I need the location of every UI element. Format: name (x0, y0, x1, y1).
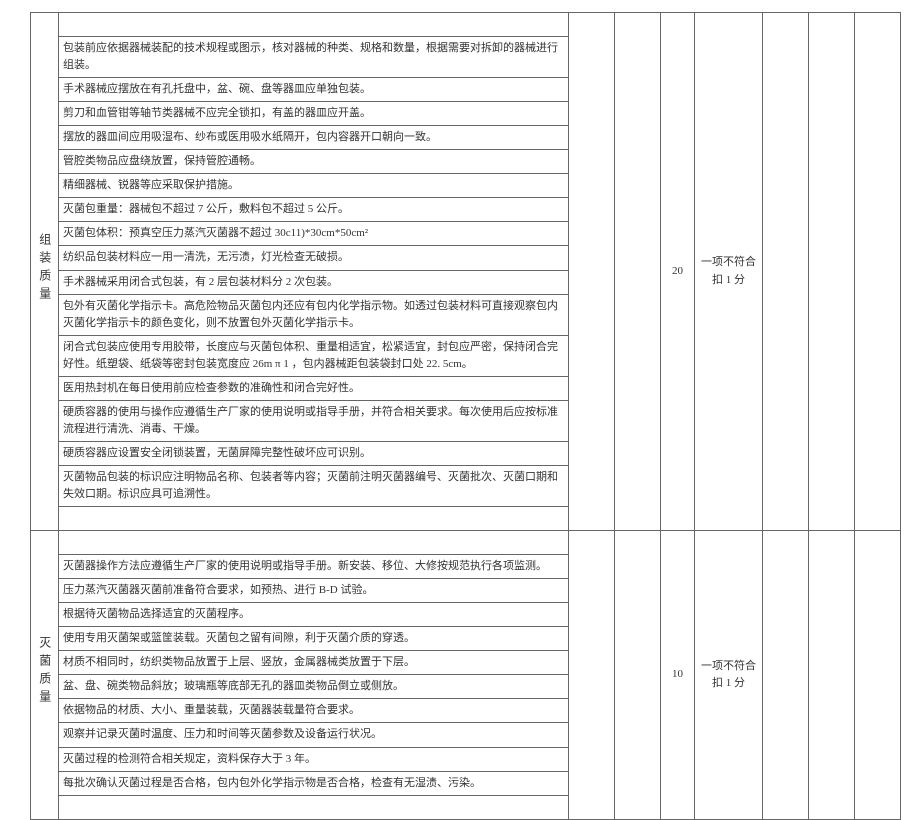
criteria-cell: 材质不相同时，纺织类物品放置于上层、竖放，金属器械类放置于下层。 (59, 651, 569, 675)
section-score: 10 (661, 531, 695, 820)
tail-c (855, 531, 901, 820)
criteria-cell: 灭菌器操作方法应遵循生产厂家的使用说明或指导手册。新安装、移位、大修按规范执行各… (59, 555, 569, 579)
criteria-cell: 灭菌过程的检测符合相关规定，资料保存大于 3 年。 (59, 747, 569, 771)
document-page: 组装质量 20一项不符合扣 1 分 包装前应依据器械装配的技术规程或图示，核对器械… (0, 0, 920, 820)
section-score: 20 (661, 13, 695, 531)
criteria-cell: 每批次确认灭菌过程是否合格，包内包外化学指示物是否合格，检查有无湿渍、污染。 (59, 771, 569, 795)
blank-b (615, 13, 661, 531)
tail-a (763, 13, 809, 531)
pad-cell (59, 13, 569, 37)
pad-cell (59, 531, 569, 555)
criteria-cell: 纺织品包装材料应一用一清洗，无污渍，灯光检查无破损。 (59, 246, 569, 270)
criteria-cell: 闭合式包装应使用专用胶带，长度应与灭菌包体积、重量相适宜，松紧适宜，封包应严密，… (59, 335, 569, 376)
section-label-text: 组装质量 (35, 233, 54, 305)
blank-a (569, 13, 615, 531)
criteria-cell: 使用专用灭菌架或篮筐装载。灭菌包之留有间隙，利于灭菌介质的穿透。 (59, 627, 569, 651)
criteria-cell: 压力蒸汽灭菌器灭菌前准备符合要求，如预热、进行 B-D 试验。 (59, 579, 569, 603)
criteria-cell: 依据物品的材质、大小、重量装载，灭菌器装载量符合要求。 (59, 699, 569, 723)
criteria-cell: 根据待灭菌物品选择适宜的灭菌程序。 (59, 603, 569, 627)
criteria-cell: 剪刀和血管钳等轴节类器械不应完全锁扣，有盖的器皿应开盖。 (59, 102, 569, 126)
section-label: 组装质量 (31, 13, 59, 531)
blank-a (569, 531, 615, 820)
pad-cell (59, 795, 569, 819)
criteria-cell: 灭菌包重量：器械包不超过 7 公斤，敷料包不超过 5 公斤。 (59, 198, 569, 222)
tail-a (763, 531, 809, 820)
criteria-cell: 包外有灭菌化学指示卡。高危险物品灭菌包内还应有包内化学指示物。如透过包装材料可直… (59, 294, 569, 335)
criteria-cell: 盆、盘、碗类物品斜放；玻璃瓶等底部无孔的器皿类物品倒立或侧放。 (59, 675, 569, 699)
criteria-cell: 管腔类物品应盘绕放置，保持管腔通畅。 (59, 150, 569, 174)
criteria-cell: 硬质容器的使用与操作应遵循生产厂家的使用说明或指导手册，并符合相关要求。每次使用… (59, 400, 569, 441)
section-label-text: 灭菌质量 (35, 636, 54, 708)
criteria-cell: 灭菌包体积：预真空压力蒸汽灭菌器不超过 30c11)*30cm*50cm² (59, 222, 569, 246)
criteria-cell: 手术器械采用闭合式包装，有 2 层包装材料分 2 次包装。 (59, 270, 569, 294)
criteria-cell: 精细器械、锐器等应采取保护措施。 (59, 174, 569, 198)
tail-c (855, 13, 901, 531)
criteria-cell: 包装前应依据器械装配的技术规程或图示，核对器械的种类、规格和数量，根据需要对拆卸… (59, 37, 569, 78)
section-rule: 一项不符合扣 1 分 (695, 531, 763, 820)
tail-b (809, 13, 855, 531)
pad-cell (59, 507, 569, 531)
criteria-cell: 灭菌物品包装的标识应注明物品名称、包装者等内容；灭菌前注明灭菌器编号、灭菌批次、… (59, 465, 569, 506)
criteria-cell: 观察并记录灭菌时温度、压力和时间等灭菌参数及设备运行状况。 (59, 723, 569, 747)
section-label: 灭菌质量 (31, 531, 59, 820)
tail-b (809, 531, 855, 820)
criteria-cell: 医用热封机在每日使用前应检查参数的准确性和闭合完好性。 (59, 376, 569, 400)
blank-b (615, 531, 661, 820)
quality-table: 组装质量 20一项不符合扣 1 分 包装前应依据器械装配的技术规程或图示，核对器械… (30, 12, 901, 820)
criteria-cell: 摆放的器皿间应用吸湿布、纱布或医用吸水纸隔开，包内容器开口朝向一致。 (59, 126, 569, 150)
section-rule: 一项不符合扣 1 分 (695, 13, 763, 531)
criteria-cell: 手术器械应摆放在有孔托盘中，盆、碗、盘等器皿应单独包装。 (59, 78, 569, 102)
criteria-cell: 硬质容器应设置安全闭锁装置，无菌屏障完整性破坏应可识别。 (59, 441, 569, 465)
